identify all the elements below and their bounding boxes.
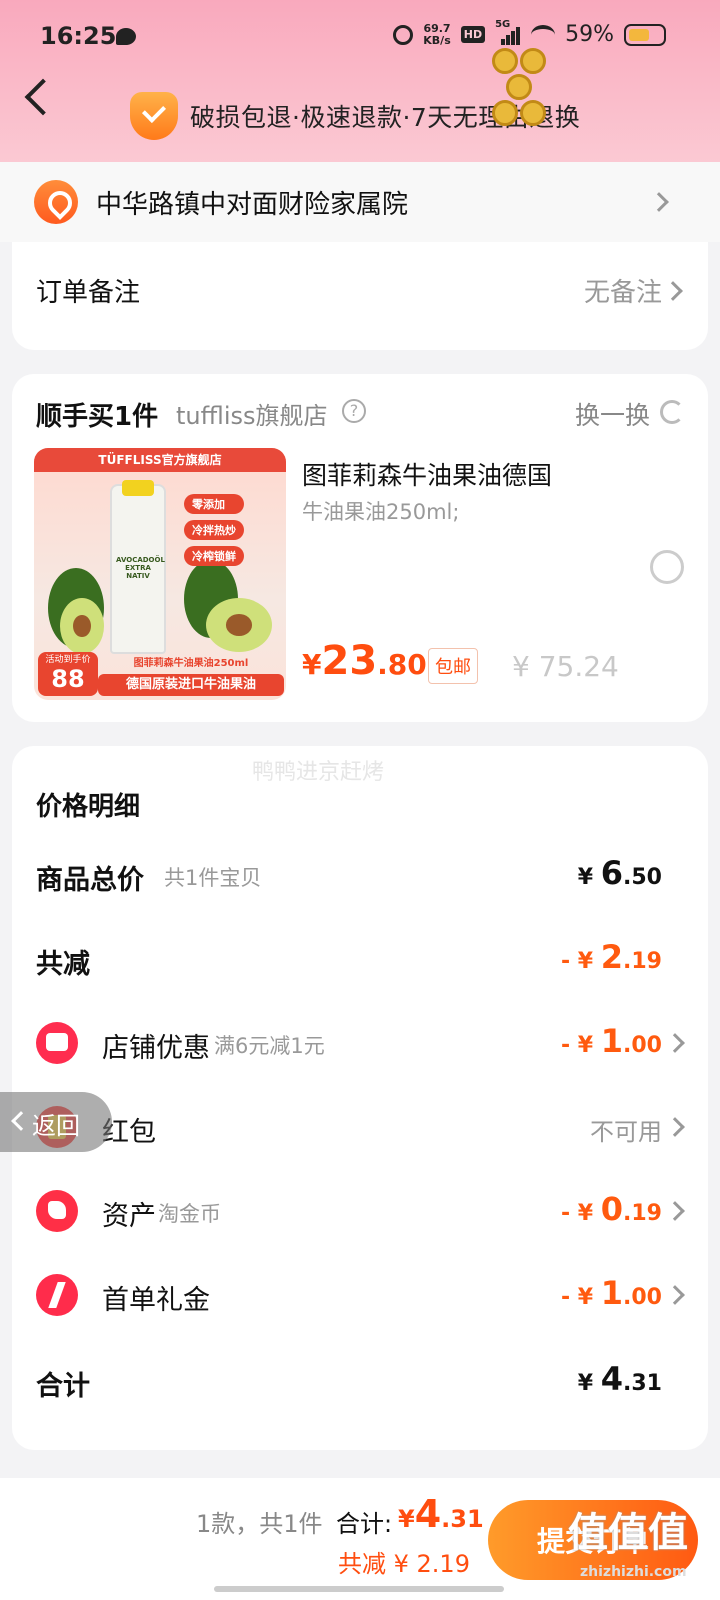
row-store-discount[interactable]: 店铺优惠 满6元减1元 - ¥ 1.00: [12, 1014, 708, 1074]
address-text: 中华路镇中对面财险家属院: [96, 190, 409, 220]
row-red-packet[interactable]: 红包 不可用: [12, 1098, 708, 1158]
help-icon[interactable]: ?: [342, 399, 366, 423]
lucky-coins-decoration: [492, 48, 548, 128]
total-saved: 共减 ¥ 2.19: [338, 1550, 470, 1578]
floating-back-button[interactable]: 返回: [0, 1092, 112, 1152]
total-label: 合计:: [336, 1510, 393, 1538]
bottle-illustration: AVOCADOÖL EXTRA NATIV: [110, 480, 166, 654]
addon-store-name[interactable]: tuffliss旗舰店: [176, 396, 328, 431]
price-symbol: ¥: [302, 648, 322, 681]
store-icon: [36, 1022, 78, 1064]
site-watermark: 值值值: [568, 1510, 688, 1556]
chat-notification-icon: [116, 28, 136, 45]
network-speed-unit: KB/s: [423, 33, 451, 47]
row-goods-total: 商品总价 共1件宝贝 ¥ 6.50: [12, 846, 708, 906]
row-amount: ¥ 4.31: [577, 1360, 662, 1398]
chevron-right-icon: [665, 1117, 685, 1137]
row-assets[interactable]: 资产 淘金币 - ¥ 0.19: [12, 1182, 708, 1242]
select-radio[interactable]: [650, 550, 684, 584]
row-first-order-gift[interactable]: 首单礼金 - ¥ 1.00: [12, 1266, 708, 1326]
lightning-icon: [36, 1274, 78, 1316]
row-label: 首单礼金: [102, 1285, 210, 1316]
feature-tags: 零添加 冷拌热炒 冷榨锁鲜: [184, 494, 244, 566]
user-watermark: 鸭鸭进京赶烤: [252, 760, 385, 785]
feature-tag: 零添加: [184, 494, 244, 514]
order-note-card[interactable]: 订单备注 无备注: [12, 242, 708, 350]
price-detail-card: 鸭鸭进京赶烤 价格明细 商品总价 共1件宝贝 ¥ 6.50 共减 - ¥ 2.1…: [12, 746, 708, 1450]
image-banner: TÜFFLISS官方旗舰店: [34, 448, 286, 472]
product-spec: 牛油果油250ml;: [302, 500, 460, 524]
row-amount: - ¥ 2.19: [560, 938, 662, 976]
price-detail-title: 价格明细: [36, 792, 141, 822]
status-indicators: 69.7 KB/s HD 5G 59%: [393, 19, 666, 47]
shield-check-icon: [130, 92, 178, 140]
item-count: 1款，共1件: [196, 1510, 323, 1538]
image-sub-caption: 图菲莉森牛油果油250ml: [133, 658, 249, 669]
hd-icon: HD: [460, 26, 486, 43]
address-row[interactable]: 中华路镇中对面财险家属院: [0, 162, 720, 242]
chevron-left-icon: [11, 1111, 31, 1131]
battery-percent: 59%: [565, 22, 614, 47]
status-bar: 16:25 69.7 KB/s HD 5G 59%: [0, 18, 720, 58]
row-label: 资产: [102, 1201, 156, 1232]
feature-tag: 冷榨锁鲜: [184, 546, 244, 566]
row-amount: - ¥ 0.19: [560, 1190, 662, 1228]
product-name[interactable]: 图菲莉森牛油果油德国: [302, 456, 552, 492]
wifi-icon: [531, 24, 556, 45]
row-value: 不可用: [590, 1118, 662, 1146]
home-indicator[interactable]: [214, 1586, 504, 1592]
refresh-icon[interactable]: [660, 400, 684, 424]
price-integer: 23: [321, 638, 378, 684]
chevron-right-icon: [665, 1033, 685, 1053]
original-price: ¥ 75.24: [512, 650, 619, 683]
avocado-half-illustration: [206, 598, 272, 652]
chevron-right-icon: [649, 192, 669, 212]
row-label: 商品总价: [36, 865, 144, 896]
product-price: ¥23.80: [302, 638, 427, 684]
image-caption: 德国原装进口牛油果油: [98, 674, 284, 696]
avocado-half-illustration: [60, 598, 104, 654]
location-pin-icon: [34, 180, 78, 224]
row-label: 店铺优惠: [102, 1033, 210, 1064]
battery-icon: [624, 23, 666, 46]
swap-button[interactable]: 换一换: [575, 396, 650, 432]
order-note-value: 无备注: [583, 278, 662, 308]
alarm-icon: [393, 24, 414, 45]
product-image[interactable]: TÜFFLISS官方旗舰店 AVOCADOÖL EXTRA NATIV 零添加 …: [34, 448, 286, 700]
bottle-label: AVOCADOÖL EXTRA NATIV: [116, 556, 165, 580]
total-price: ¥4.31: [398, 1492, 484, 1536]
price-decimal: .80: [377, 648, 427, 681]
status-time: 16:25: [40, 22, 117, 50]
site-watermark-url: zhizhizhi.com: [580, 1564, 687, 1580]
image-price-label: 活动到手价: [45, 655, 91, 665]
floating-back-label: 返回: [32, 1112, 80, 1140]
row-total-discount: 共减 - ¥ 2.19: [12, 930, 708, 990]
row-sub: 共1件宝贝: [164, 866, 262, 890]
order-note-label: 订单备注: [36, 278, 141, 308]
row-label: 合计: [36, 1371, 90, 1402]
row-amount: - ¥ 1.00: [560, 1022, 662, 1060]
feature-tag: 冷拌热炒: [184, 520, 244, 540]
image-price-value: 88: [51, 665, 85, 693]
row-amount: ¥ 6.50: [577, 854, 662, 892]
checkout-bar: 1款，共1件 合计: ¥4.31 共减 ¥ 2.19 提交订单 值值值 zhiz…: [0, 1478, 720, 1600]
row-sub: 淘金币: [158, 1202, 221, 1226]
coupon-tag-icon: [36, 1190, 78, 1232]
chevron-right-icon: [665, 1285, 685, 1305]
row-grand-total: 合计 ¥ 4.31: [12, 1352, 708, 1412]
free-shipping-badge: 包邮: [428, 648, 478, 684]
chevron-right-icon: [663, 281, 683, 301]
row-amount: - ¥ 1.00: [560, 1274, 662, 1312]
signal-icon: 5G: [495, 19, 521, 45]
signal-label: 5G: [495, 18, 511, 30]
chevron-right-icon: [665, 1201, 685, 1221]
addon-card: 顺手买1件 tuffliss旗舰店 ? 换一换 TÜFFLISS官方旗舰店 AV…: [12, 374, 708, 722]
row-label: 共减: [36, 949, 90, 980]
image-price-badge: 活动到手价 88: [38, 652, 98, 696]
network-speed: 69.7 KB/s: [423, 22, 451, 47]
row-sub: 满6元减1元: [214, 1034, 325, 1058]
addon-title: 顺手买1件: [36, 402, 159, 432]
